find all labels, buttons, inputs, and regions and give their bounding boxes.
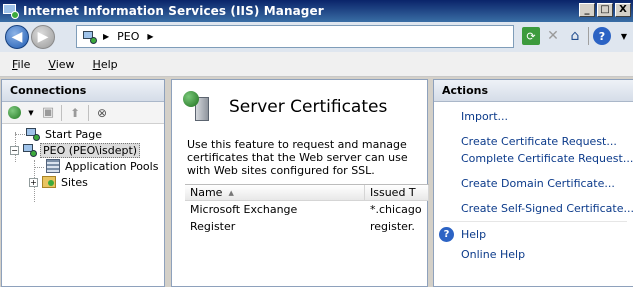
- connections-toolbar: ▼ ▣ ⬆ ⊗: [2, 102, 164, 124]
- forward-button[interactable]: ▶: [31, 25, 55, 49]
- grid-header: Name ▲ Issued T: [185, 185, 429, 201]
- table-row[interactable]: Register register.: [185, 218, 429, 235]
- application-pools-icon: [46, 159, 60, 173]
- menu-view[interactable]: View: [48, 58, 74, 71]
- column-header-name[interactable]: Name ▲: [185, 185, 365, 200]
- toolbar-divider: [61, 104, 62, 121]
- column-header-issued-to[interactable]: Issued T: [365, 185, 429, 200]
- toolbar-divider: [588, 27, 589, 45]
- tree-item-server[interactable]: − PEO (PEO\isdept): [2, 142, 164, 158]
- actions-panel: Actions Import... Create Certificate Req…: [433, 79, 633, 287]
- cell-issued-to: *.chicago: [370, 203, 422, 216]
- start-page-icon: [26, 127, 40, 141]
- connections-panel: Connections ▼ ▣ ⬆ ⊗ Start Page − PEO (PE…: [1, 79, 165, 287]
- remove-connection-icon[interactable]: ⊗: [93, 104, 111, 122]
- globe-icon: [7, 106, 21, 119]
- breadcrumb-separator-icon[interactable]: ▶: [147, 32, 153, 41]
- home-icon[interactable]: ⌂: [566, 27, 584, 45]
- sites-folder-icon: [42, 176, 56, 188]
- menu-file[interactable]: File: [12, 58, 30, 71]
- cell-issued-to: register.: [370, 220, 415, 233]
- actions-list: Import... Create Certificate Request... …: [434, 102, 633, 263]
- address-bar[interactable]: ▶ PEO ▶: [76, 25, 514, 48]
- actions-header: Actions: [434, 80, 633, 102]
- server-certificates-icon: [183, 91, 215, 123]
- up-level-icon[interactable]: ⬆: [66, 104, 84, 122]
- close-button[interactable]: X: [615, 3, 631, 17]
- connect-button[interactable]: [5, 104, 23, 122]
- menu-bar: File View Help: [0, 52, 633, 77]
- breadcrumb-separator-icon[interactable]: ▶: [103, 32, 109, 41]
- refresh-icon[interactable]: ⟳: [522, 27, 540, 45]
- collapse-icon[interactable]: −: [10, 145, 19, 155]
- create-domain-certificate-link[interactable]: Create Domain Certificate...: [461, 175, 633, 192]
- navigation-bar: ◀ ▶ ▶ PEO ▶ ⟳ ✕ ⌂ ? ▼: [0, 22, 633, 52]
- stop-icon[interactable]: ✕: [544, 27, 562, 45]
- connections-header: Connections: [2, 80, 164, 102]
- tree-item-start-page[interactable]: Start Page: [2, 126, 164, 142]
- cell-name: Register: [190, 220, 236, 233]
- cell-name: Microsoft Exchange: [190, 203, 298, 216]
- feature-panel: Server Certificates Use this feature to …: [171, 79, 429, 287]
- create-certificate-request-link[interactable]: Create Certificate Request...: [461, 133, 633, 150]
- create-self-signed-certificate-link[interactable]: Create Self-Signed Certificate...: [461, 200, 633, 217]
- expand-icon[interactable]: +: [29, 177, 38, 187]
- window-controls: _ □ X: [579, 3, 631, 17]
- minimize-button[interactable]: _: [579, 3, 595, 17]
- connections-tree: Start Page − PEO (PEO\isdept) Applicatio…: [2, 124, 164, 202]
- feature-header: Server Certificates: [183, 91, 387, 123]
- back-arrow-icon: ◀: [11, 29, 23, 45]
- help-icon: ?: [439, 227, 454, 242]
- sort-ascending-icon: ▲: [228, 188, 234, 197]
- help-link[interactable]: ? Help: [439, 226, 633, 243]
- iis-app-icon: [3, 3, 19, 19]
- window-title: Internet Information Services (IIS) Mana…: [23, 4, 324, 18]
- maximize-button[interactable]: □: [597, 3, 613, 17]
- menu-help[interactable]: Help: [93, 58, 118, 71]
- forward-arrow-icon: ▶: [37, 29, 49, 45]
- certificates-grid: Name ▲ Issued T Microsoft Exchange *.chi…: [185, 184, 429, 287]
- server-node-icon: [23, 143, 37, 157]
- complete-certificate-request-link[interactable]: Complete Certificate Request...: [461, 150, 633, 167]
- action-divider: [441, 217, 633, 226]
- import-link[interactable]: Import...: [461, 108, 633, 125]
- save-icon[interactable]: ▣: [39, 104, 57, 122]
- online-help-link[interactable]: Online Help: [461, 246, 633, 263]
- action-spacer: [461, 125, 633, 133]
- feature-description: Use this feature to request and manage c…: [187, 138, 408, 177]
- tree-item-application-pools[interactable]: Application Pools: [2, 158, 164, 174]
- help-icon[interactable]: ?: [593, 27, 611, 45]
- title-bar: Internet Information Services (IIS) Mana…: [0, 0, 633, 22]
- action-spacer: [461, 192, 633, 200]
- chevron-down-icon[interactable]: ▼: [27, 104, 35, 122]
- breadcrumb-item-peo[interactable]: PEO: [117, 30, 139, 43]
- chevron-down-icon[interactable]: ▼: [615, 27, 633, 45]
- server-node-icon: [83, 30, 97, 44]
- tree-item-sites[interactable]: + Sites: [2, 174, 164, 190]
- nav-toolbar: ⟳ ✕ ⌂ ? ▼: [522, 27, 633, 45]
- action-spacer: [461, 167, 633, 175]
- toolbar-divider: [88, 104, 89, 121]
- page-title: Server Certificates: [229, 97, 388, 117]
- back-button[interactable]: ◀: [5, 25, 29, 49]
- table-row[interactable]: Microsoft Exchange *.chicago: [185, 201, 429, 218]
